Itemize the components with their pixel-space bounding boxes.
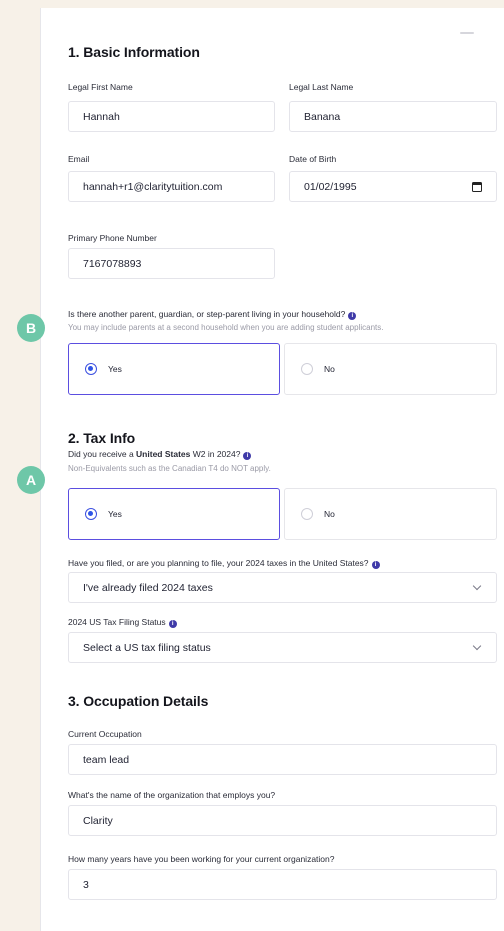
chevron-down-icon — [472, 581, 482, 590]
w2-no-option[interactable]: No — [284, 488, 497, 540]
dob-field[interactable]: 01/02/1995 — [289, 171, 497, 202]
first-name-label: Legal First Name — [68, 82, 133, 92]
section-title-basic-information: 1. Basic Information — [68, 44, 200, 60]
employer-label: What's the name of the organization that… — [68, 790, 276, 800]
years-label: How many years have you been working for… — [68, 854, 335, 864]
annotation-marker-a: A — [17, 466, 45, 494]
filing-status-select-value: Select a US tax filing status — [83, 641, 211, 654]
current-occupation-value: team lead — [83, 753, 130, 766]
chevron-down-icon — [472, 641, 482, 650]
filed-label-text: Have you filed, or are you planning to f… — [68, 558, 369, 568]
w2-yes-label: Yes — [108, 509, 122, 519]
card-handle — [460, 32, 474, 34]
section-title-tax-info: 2. Tax Info — [68, 430, 136, 446]
household-question-text: Is there another parent, guardian, or st… — [68, 309, 346, 319]
household-question: Is there another parent, guardian, or st… — [68, 309, 357, 320]
info-icon[interactable]: i — [168, 620, 177, 628]
w2-yes-option[interactable]: Yes — [68, 488, 280, 540]
household-no-label: No — [324, 364, 335, 374]
email-value: hannah+r1@claritytuition.com — [83, 180, 223, 193]
household-no-option[interactable]: No — [284, 343, 497, 395]
last-name-field[interactable]: Banana — [289, 101, 497, 132]
filing-status-select[interactable]: Select a US tax filing status — [68, 632, 497, 663]
email-label: Email — [68, 154, 90, 164]
years-value: 3 — [83, 878, 89, 891]
calendar-icon[interactable] — [472, 181, 482, 192]
phone-label: Primary Phone Number — [68, 233, 157, 243]
w2-no-label: No — [324, 509, 335, 519]
first-name-value: Hannah — [83, 110, 120, 123]
last-name-value: Banana — [304, 110, 341, 123]
radio-unselected-icon[interactable] — [301, 363, 313, 375]
section-title-occupation-details: 3. Occupation Details — [68, 693, 209, 709]
radio-selected-icon[interactable] — [85, 363, 97, 375]
household-hint: You may include parents at a second hous… — [68, 323, 384, 332]
w2-question-suffix: W2 in 2024? — [190, 449, 241, 459]
household-yes-option[interactable]: Yes — [68, 343, 280, 395]
phone-field[interactable]: 7167078893 — [68, 248, 275, 279]
email-field[interactable]: hannah+r1@claritytuition.com — [68, 171, 275, 202]
radio-selected-icon[interactable] — [85, 508, 97, 520]
employer-value: Clarity — [83, 814, 113, 827]
w2-question-prefix: Did you receive a — [68, 449, 137, 459]
info-icon[interactable]: i — [243, 452, 252, 460]
phone-value: 7167078893 — [83, 257, 142, 270]
household-yes-label: Yes — [108, 364, 122, 374]
info-icon[interactable]: i — [348, 312, 357, 320]
info-icon[interactable]: i — [371, 561, 380, 569]
radio-unselected-icon[interactable] — [301, 508, 313, 520]
dob-value: 01/02/1995 — [304, 180, 357, 193]
w2-question: Did you receive a United States W2 in 20… — [68, 449, 252, 460]
filing-status-label: 2024 US Tax Filing Status i — [68, 617, 177, 628]
w2-question-bold: United States — [136, 449, 191, 459]
annotation-marker-b: B — [17, 314, 45, 342]
w2-hint: Non-Equivalents such as the Canadian T4 … — [68, 464, 271, 473]
current-occupation-label: Current Occupation — [68, 729, 142, 739]
filed-label: Have you filed, or are you planning to f… — [68, 558, 380, 569]
last-name-label: Legal Last Name — [289, 82, 354, 92]
years-field[interactable]: 3 — [68, 869, 497, 900]
form-card: 1. Basic Information Legal First Name Ha… — [40, 8, 504, 931]
first-name-field[interactable]: Hannah — [68, 101, 275, 132]
dob-label: Date of Birth — [289, 154, 337, 164]
employer-field[interactable]: Clarity — [68, 805, 497, 836]
current-occupation-field[interactable]: team lead — [68, 744, 497, 775]
filing-status-label-text: 2024 US Tax Filing Status — [68, 617, 166, 627]
filed-select[interactable]: I've already filed 2024 taxes — [68, 572, 497, 603]
filed-select-value: I've already filed 2024 taxes — [83, 581, 213, 594]
